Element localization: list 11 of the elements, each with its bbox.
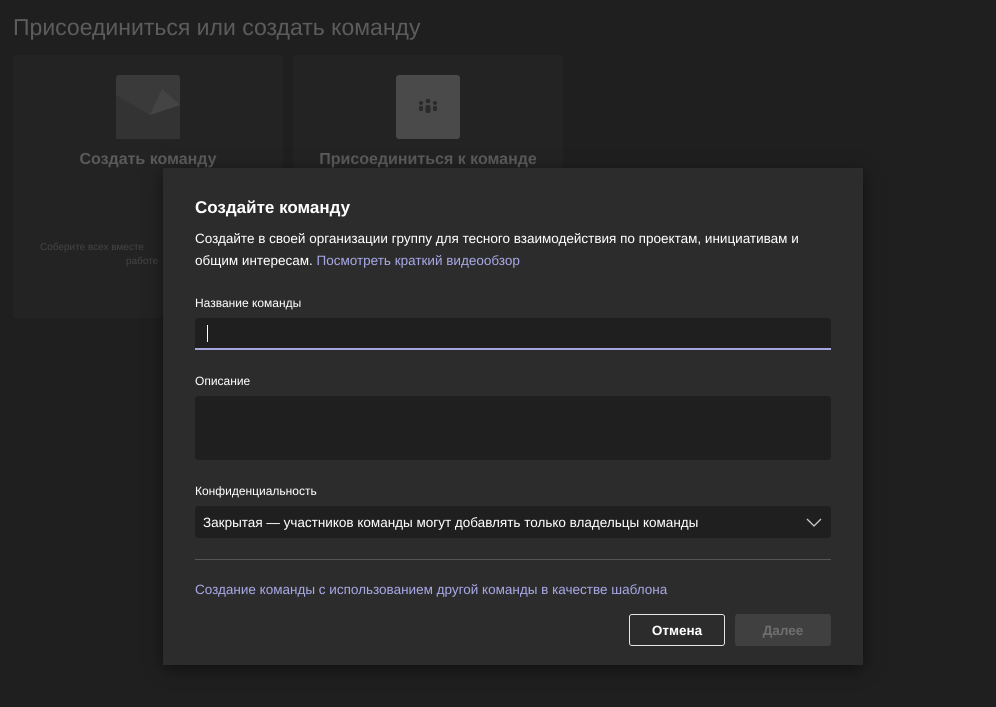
cancel-button[interactable]: Отмена — [629, 614, 725, 646]
people-icon — [396, 75, 460, 139]
template-link[interactable]: Создание команды с использованием другой команды в качестве шаблона — [195, 582, 668, 597]
page-title: Присоединиться или создать команду — [12, 13, 422, 41]
chevron-down-icon — [806, 518, 822, 526]
field-label: Описание — [195, 374, 252, 388]
placeholder-image-icon — [116, 75, 180, 139]
video-link[interactable]: Посмотреть краткий видеообзор — [316, 253, 520, 268]
privacy-dropdown[interactable]: Закрытая — участников команды могут добавлять только владельцы команды — [195, 506, 831, 538]
field-label: Конфиденциальность — [195, 484, 318, 498]
team-name-field[interactable] — [195, 318, 831, 350]
